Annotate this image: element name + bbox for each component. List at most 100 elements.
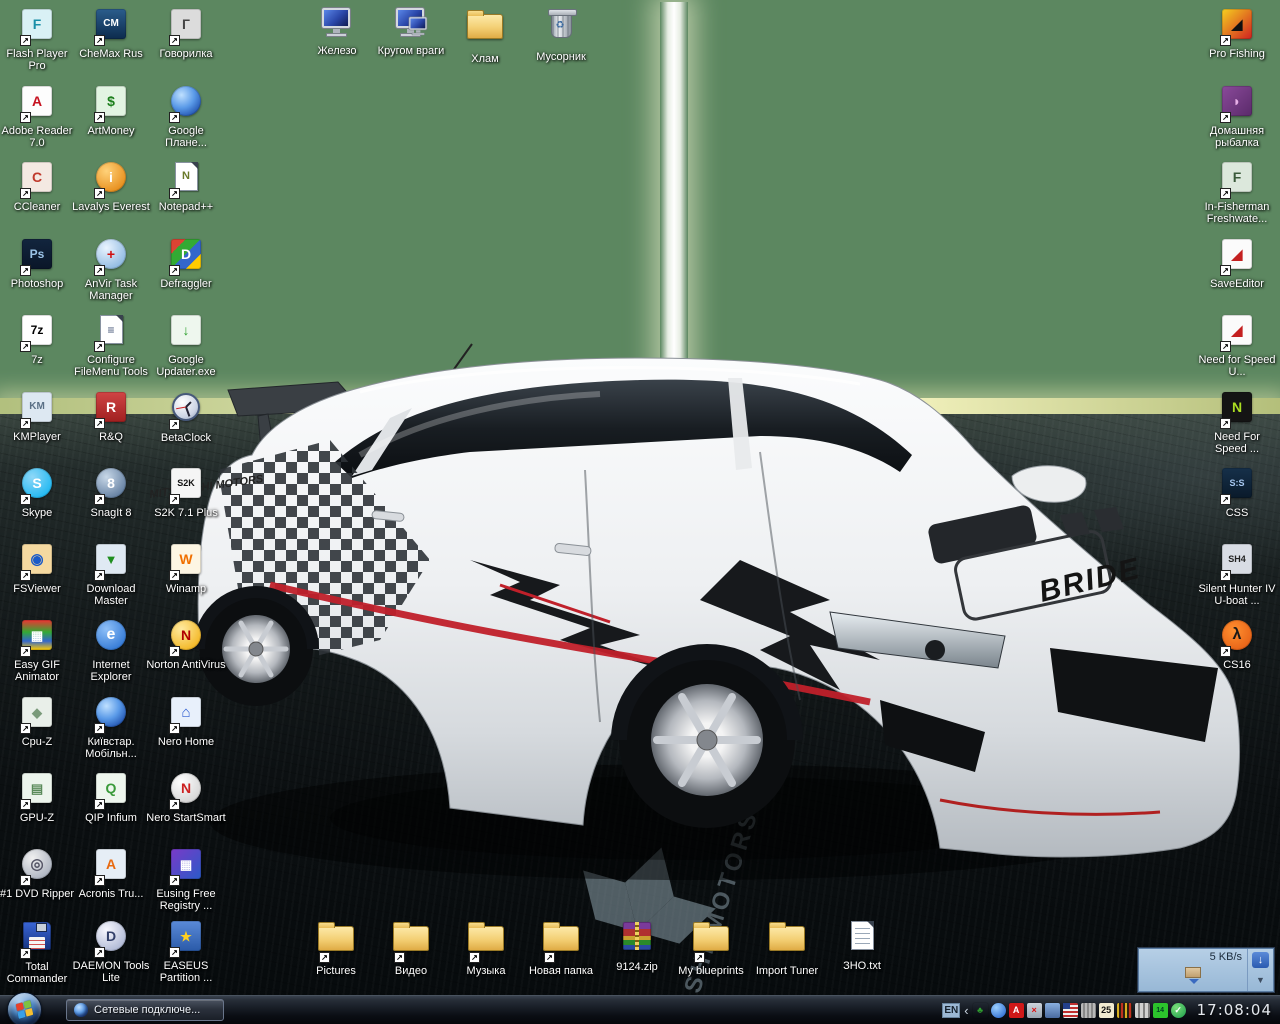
desktop-icon-govorilka[interactable]: Г↗Говорилка [146,6,226,60]
desktop-icon-qip-infium[interactable]: Q↗QIP Infium [71,770,151,824]
tray-icon-qip[interactable] [1045,1003,1060,1018]
desktop-icon-total-commander[interactable]: ↗Total Commander [0,918,77,985]
desktop-icon-everest[interactable]: i↗Lavalys Everest [71,159,151,213]
desktop-icon-easy-gif-animator[interactable]: ▦↗Easy GIF Animator [0,617,77,683]
desktop-icon-dvd-ripper[interactable]: ◎↗#1 DVD Ripper [0,846,77,900]
desktop-icon-label: Google Плане... [146,125,226,149]
tray-icon-anvir-clover[interactable]: ♣ [973,1003,988,1018]
desktop-icon-video[interactable]: ↗Видео [371,918,451,977]
desktop-icon-css[interactable]: S:S↗CSS [1197,465,1277,519]
desktop-icon-in-fisherman[interactable]: F↗In-Fisherman Freshwate... [1197,159,1277,225]
desktop-icon-musornik[interactable]: Мусорник [521,6,601,63]
desktop-icon-photoshop[interactable]: Ps↗Photoshop [0,236,77,290]
desktop-icon-acronis-true-image[interactable]: A↗Acronis Tru... [71,846,151,900]
shortcut-arrow-overlay: ↗ [169,947,180,958]
shortcut-arrow-overlay: ↗ [20,188,31,199]
tray-icon-bars[interactable] [1135,1003,1150,1018]
language-indicator[interactable]: EN [942,1003,960,1018]
desktop-icon-betaclock[interactable]: ↗BetaClock [146,389,226,444]
desktop-icon-nfs-2[interactable]: N↗Need For Speed ... [1197,389,1277,455]
desktop-icon-saveeditor[interactable]: ◢↗SaveEditor [1197,236,1277,290]
desktop-icon-nfs-underground[interactable]: ◢↗Need for Speed U... [1197,312,1277,378]
desktop-icon-pictures[interactable]: ↗Pictures [296,918,376,977]
desktop-icon-novaya-papka[interactable]: ↗Новая папка [521,918,601,977]
shortcut-arrow-overlay: ↗ [169,188,180,199]
widget-button-column: ↓ ▼ [1247,949,1273,991]
desktop-icon-fsviewer[interactable]: ◉↗FSViewer [0,541,77,595]
desktop-icon-ccleaner[interactable]: C↗CCleaner [0,159,77,213]
tray-icon-shield-check[interactable]: ✓ [1171,1003,1186,1018]
desktop-icon-krugom-vragi[interactable]: Кругом враги [371,6,451,57]
desktop-icon-skype[interactable]: S↗Skype [0,465,77,519]
download-speed-value: 5 KB/s [1210,951,1242,963]
desktop-icon-label: Import Tuner [747,965,827,977]
desktop-icon-adobe-reader[interactable]: A↗Adobe Reader 7.0 [0,83,77,149]
desktop-icon-import-tuner[interactable]: Import Tuner [747,918,827,977]
desktop-icon-my-blueprints[interactable]: ↗My blueprints [671,918,751,977]
desktop-icon-label: S2K 7.1 Plus [146,507,226,519]
desktop-icon-khlam[interactable]: Хлам [445,6,525,65]
desktop-icon-7z[interactable]: 7z↗7z [0,312,77,366]
desktop-icon-norton-antivirus[interactable]: N↗Norton AntiVirus [146,617,226,671]
desktop-icon-gpu-z[interactable]: ▤↗GPU-Z [0,770,77,824]
desktop-icon-zno-txt[interactable]: ЗНО.txt [822,918,902,972]
collapse-widget-button[interactable]: ▼ [1252,972,1269,988]
desktop-icon-nero-startsmart[interactable]: N↗Nero StartSmart [146,770,226,824]
desktop-icon-snagit[interactable]: 8↗SnagIt 8 [71,465,151,519]
tray-icon-ati[interactable]: A [1009,1003,1024,1018]
desktop-icon-silent-hunter[interactable]: SH4↗Silent Hunter IV U-boat ... [1197,541,1277,607]
taskbar-task-network-connections[interactable]: Сетевые подключе... [66,999,224,1021]
desktop-icon-download-master[interactable]: ▼↗Download Master [71,541,151,607]
desktop-icon-google-updater[interactable]: ↓Google Updater.exe [146,312,226,378]
tray-icon-traffic-meter[interactable] [1117,1003,1132,1018]
desktop-icon-domashnyaya-rybalka[interactable]: ◗↗Домашняя рыбалка [1197,83,1277,149]
download-speed-panel: 5 KB/s [1139,949,1247,991]
desktop-icon-muzyka[interactable]: ↗Музыка [446,918,526,977]
shortcut-arrow-overlay: ↗ [94,188,105,199]
desktop-icon-cpu-z[interactable]: ◆↗Cpu-Z [0,694,77,748]
desktop-icon-daemon-tools-lite[interactable]: D↗DAEMON Tools Lite [71,918,151,984]
desktop-icon-easeus-partition[interactable]: ★↗EASEUS Partition ... [146,918,226,984]
khlam-icon [467,14,503,39]
desktop-icon-artmoney[interactable]: $↗ArtMoney [71,83,151,137]
desktop-icon-label: Nero StartSmart [146,812,226,824]
desktop-icon-kmplayer[interactable]: KM↗KMPlayer [0,389,77,443]
tray-icon-calendar-25[interactable]: 25 [1099,1003,1114,1018]
tray-expand-chevron[interactable]: ‹ [964,1004,968,1017]
download-speed-widget[interactable]: 5 KB/s ↓ ▼ [1138,948,1274,992]
start-button[interactable] [7,992,42,1024]
download-arrow-button[interactable]: ↓ [1252,952,1269,968]
package-icon [1185,967,1201,978]
taskbar-clock[interactable]: 17:08:04 [1197,1001,1272,1019]
desktop-icon-kyivstar-mobile[interactable]: ↗Київстар. Мобільн... [71,694,151,760]
tray-icon-green-meter[interactable]: 14 [1153,1003,1168,1018]
desktop-icon-notepad-plus-plus[interactable]: N↗Notepad++ [146,159,226,213]
desktop-icon-nero-home[interactable]: ⌂↗Nero Home [146,694,226,748]
desktop-icon-cs16[interactable]: λ↗CS16 [1197,617,1277,671]
desktop-icon-label: Железо [297,45,377,57]
shortcut-arrow-overlay: ↗ [20,646,31,657]
shortcut-arrow-overlay: ↗ [169,646,180,657]
desktop-icon-eusing-free-registry[interactable]: ▦↗Eusing Free Registry ... [146,846,226,912]
desktop-icon-defraggler[interactable]: D↗Defraggler [146,236,226,290]
desktop-icon-label: Adobe Reader 7.0 [0,125,77,149]
desktop-icon-s2k[interactable]: S2K↗S2K 7.1 Plus [146,465,226,519]
desktop-icon-label: Winamp [146,583,226,595]
desktop-icon-pro-fishing[interactable]: ◢↗Pro Fishing [1197,6,1277,60]
desktop-icon-zhelezo[interactable]: Железо [297,6,377,57]
desktop-icon-winamp[interactable]: W↗Winamp [146,541,226,595]
tray-icon-display-error[interactable]: × [1027,1003,1042,1018]
tray-icon-us-flag[interactable] [1063,1003,1078,1018]
desktop-icon-rnq[interactable]: R↗R&Q [71,389,151,443]
desktop-icon-filemenu-tools[interactable]: ≡↗Configure FileMenu Tools [71,312,151,378]
desktop-icon-label: Домашняя рыбалка [1197,125,1277,149]
tray-icon-memory-chip[interactable] [1081,1003,1096,1018]
desktop-icon-internet-explorer[interactable]: eInternet Explorer [71,617,151,683]
tray-icon-globe[interactable] [991,1003,1006,1018]
zhelezo-icon [320,6,354,40]
desktop-icon-anvir-task-manager[interactable]: +↗AnVir Task Manager [71,236,151,302]
desktop-icon-google-earth[interactable]: ↗Google Плане... [146,83,226,149]
desktop-icon-chemax-rus[interactable]: CM↗CheMax Rus [71,6,151,60]
desktop-icon-9124-zip[interactable]: 9124.zip [597,918,677,973]
desktop-icon-flash-player-pro[interactable]: F↗Flash Player Pro [0,6,77,72]
